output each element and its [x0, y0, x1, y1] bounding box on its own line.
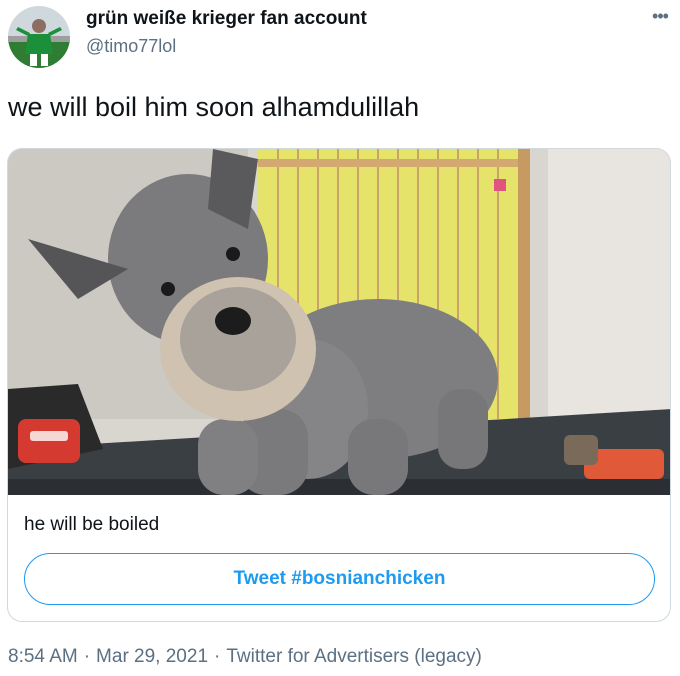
- tweet-source[interactable]: Twitter for Advertisers (legacy): [226, 646, 482, 667]
- more-horizontal-icon[interactable]: •••: [648, 6, 672, 26]
- tweet-hashtag-button[interactable]: Tweet #bosnianchicken: [24, 553, 655, 605]
- avatar[interactable]: [8, 6, 70, 68]
- meta-separator: ·: [83, 646, 91, 667]
- card-caption: he will be boiled: [24, 514, 160, 535]
- dog-photo: [8, 149, 670, 495]
- tweet-date[interactable]: Mar 29, 2021: [96, 646, 208, 667]
- card-image[interactable]: [8, 149, 670, 495]
- tweet-header: grün weiße krieger fan account @timo77lo…: [0, 0, 680, 70]
- avatar-image: [8, 6, 70, 68]
- tweet-card[interactable]: he will be boiled Tweet #bosnianchicken: [7, 148, 671, 622]
- author-handle[interactable]: @timo77lol: [86, 36, 176, 57]
- author-display-name[interactable]: grün weiße krieger fan account: [86, 8, 367, 30]
- tweet-meta: 8:54 AM · Mar 29, 2021 · Twitter for Adverti…: [8, 646, 482, 668]
- tweet-time[interactable]: 8:54 AM: [8, 646, 78, 667]
- meta-separator: ·: [214, 646, 221, 667]
- tweet-text: we will boil him soon alhamdulillah: [8, 92, 420, 122]
